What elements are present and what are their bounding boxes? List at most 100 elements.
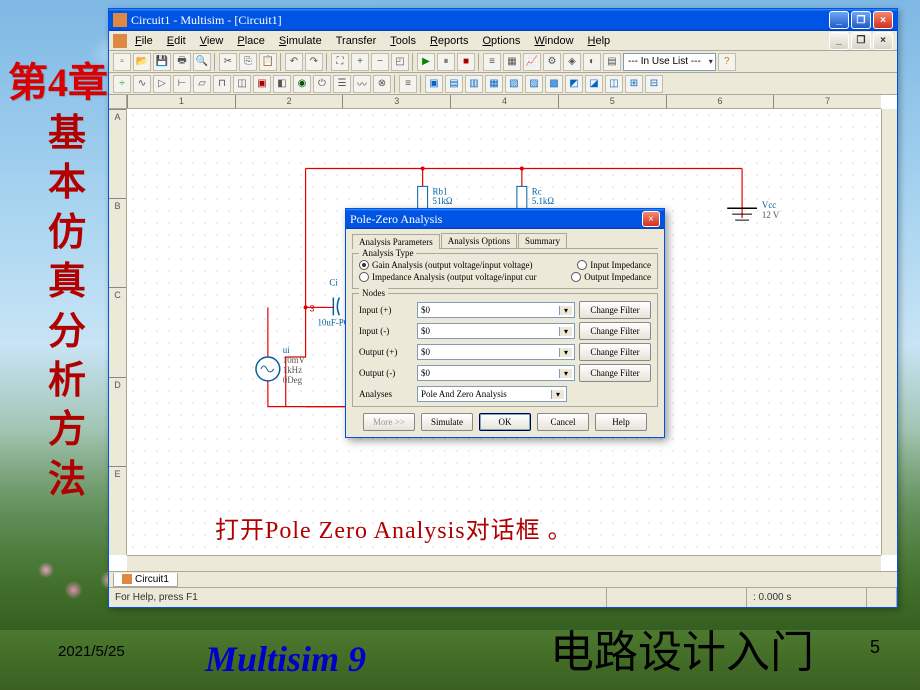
place-diode-button[interactable]: ▷ [153,75,171,93]
help-button[interactable]: ? [718,53,736,71]
mdi-close-button[interactable]: × [873,32,893,50]
mdi-icon[interactable] [113,34,127,48]
paste-button[interactable]: 📋 [259,53,277,71]
menu-transfer[interactable]: Transfer [330,33,383,49]
db-button[interactable]: ▦ [503,53,521,71]
place-cmos-button[interactable]: ◫ [233,75,251,93]
save-button[interactable]: 💾 [153,53,171,71]
stop-button[interactable]: ■ [457,53,475,71]
instr6-button[interactable]: ▨ [525,75,543,93]
place-misc2-button[interactable]: ☰ [333,75,351,93]
tab-analysis-options[interactable]: Analysis Options [441,233,517,248]
menu-tools[interactable]: Tools [384,33,422,49]
change-filter-output-minus[interactable]: Change Filter [579,364,651,382]
menu-file[interactable]: File [129,33,159,49]
place-ttl-button[interactable]: ⊓ [213,75,231,93]
tab-analysis-parameters[interactable]: Analysis Parameters [352,234,440,249]
instr8-button[interactable]: ◩ [565,75,583,93]
combo-input-minus[interactable]: $0 [417,323,575,339]
place-analog-button[interactable]: ▱ [193,75,211,93]
place-bus-button[interactable]: ≡ [399,75,417,93]
change-filter-output-plus[interactable]: Change Filter [579,343,651,361]
sheet-tab-circuit1[interactable]: Circuit1 [113,573,178,587]
place-misc-button[interactable]: ▣ [253,75,271,93]
sheet-icon [122,574,132,584]
place-power-button[interactable]: ⏻ [313,75,331,93]
instr10-button[interactable]: ◫ [605,75,623,93]
minimize-button[interactable]: _ [829,11,849,29]
instr1-button[interactable]: ▣ [425,75,443,93]
analysis-button[interactable]: ⚙ [543,53,561,71]
place-indicator-button[interactable]: ◉ [293,75,311,93]
run-button[interactable]: ▶ [417,53,435,71]
zoom-in-button[interactable]: + [351,53,369,71]
list-button[interactable]: ≡ [483,53,501,71]
more-button[interactable]: More >> [363,413,415,431]
mdi-restore-button[interactable]: ❐ [851,32,871,50]
label-output-plus: Output (+) [359,347,413,357]
instr5-button[interactable]: ▧ [505,75,523,93]
titlebar[interactable]: Circuit1 - Multisim - [Circuit1] _ ❐ × [109,9,897,31]
edu-button[interactable]: ◐ [583,53,601,71]
radio-output-impedance[interactable]: Output Impedance [571,272,651,282]
zoom-out-button[interactable]: − [371,53,389,71]
ok-button[interactable]: OK [479,413,531,431]
mdi-minimize-button[interactable]: _ [829,32,849,50]
simulate-button[interactable]: Simulate [421,413,473,431]
redo-button[interactable]: ↷ [305,53,323,71]
cut-button[interactable]: ✂ [219,53,237,71]
dialog-close-button[interactable]: × [642,211,660,227]
combo-input-plus[interactable]: $0 [417,302,575,318]
place-elmech-button[interactable]: ⊗ [373,75,391,93]
graph-button[interactable]: 📈 [523,53,541,71]
dialog-titlebar[interactable]: Pole-Zero Analysis × [346,209,664,229]
close-button[interactable]: × [873,11,893,29]
instr11-button[interactable]: ⊞ [625,75,643,93]
zoom-area-button[interactable]: ◰ [391,53,409,71]
instr9-button[interactable]: ◪ [585,75,603,93]
menu-edit[interactable]: Edit [161,33,192,49]
menu-help[interactable]: Help [582,33,617,49]
menu-place[interactable]: Place [231,33,271,49]
change-filter-input-minus[interactable]: Change Filter [579,322,651,340]
place-basic-button[interactable]: ∿ [133,75,151,93]
scrollbar-vertical[interactable] [881,109,897,555]
instr12-button[interactable]: ⊟ [645,75,663,93]
combo-output-plus[interactable]: $0 [417,344,575,360]
undo-button[interactable]: ↶ [285,53,303,71]
zoom-full-button[interactable]: ⛶ [331,53,349,71]
radio-gain[interactable]: Gain Analysis (output voltage/input volt… [359,260,532,270]
pause-button[interactable]: ⏸ [437,53,455,71]
combo-output-minus[interactable]: $0 [417,365,575,381]
combo-analyses[interactable]: Pole And Zero Analysis [417,386,567,402]
place-rf-button[interactable]: 〰 [353,75,371,93]
place-mixed-button[interactable]: ◧ [273,75,291,93]
new-button[interactable]: ▫ [113,53,131,71]
place-source-button[interactable]: ÷ [113,75,131,93]
menu-view[interactable]: View [194,33,230,49]
instr2-button[interactable]: ▤ [445,75,463,93]
menu-simulate[interactable]: Simulate [273,33,328,49]
dialog-help-button[interactable]: Help [595,413,647,431]
tab-summary[interactable]: Summary [518,233,567,248]
open-button[interactable]: 📂 [133,53,151,71]
copy-button[interactable]: ⎘ [239,53,257,71]
maximize-button[interactable]: ❐ [851,11,871,29]
radio-impedance[interactable]: Impedance Analysis (output voltage/input… [359,272,536,282]
cancel-button[interactable]: Cancel [537,413,589,431]
instr3-button[interactable]: ▥ [465,75,483,93]
scrollbar-horizontal[interactable] [127,555,881,571]
radio-input-impedance[interactable]: Input Impedance [577,260,651,270]
print-button[interactable]: 🖶 [173,53,191,71]
place-transistor-button[interactable]: ⊢ [173,75,191,93]
instr7-button[interactable]: ▩ [545,75,563,93]
menu-options[interactable]: Options [476,33,526,49]
instr4-button[interactable]: ▦ [485,75,503,93]
menu-reports[interactable]: Reports [424,33,475,49]
preview-button[interactable]: 🔍 [193,53,211,71]
inuse-combo[interactable]: --- In Use List --- [623,53,716,71]
change-filter-input-plus[interactable]: Change Filter [579,301,651,319]
postproc-button[interactable]: ◈ [563,53,581,71]
menu-window[interactable]: Window [528,33,579,49]
bread-button[interactable]: ▤ [603,53,621,71]
